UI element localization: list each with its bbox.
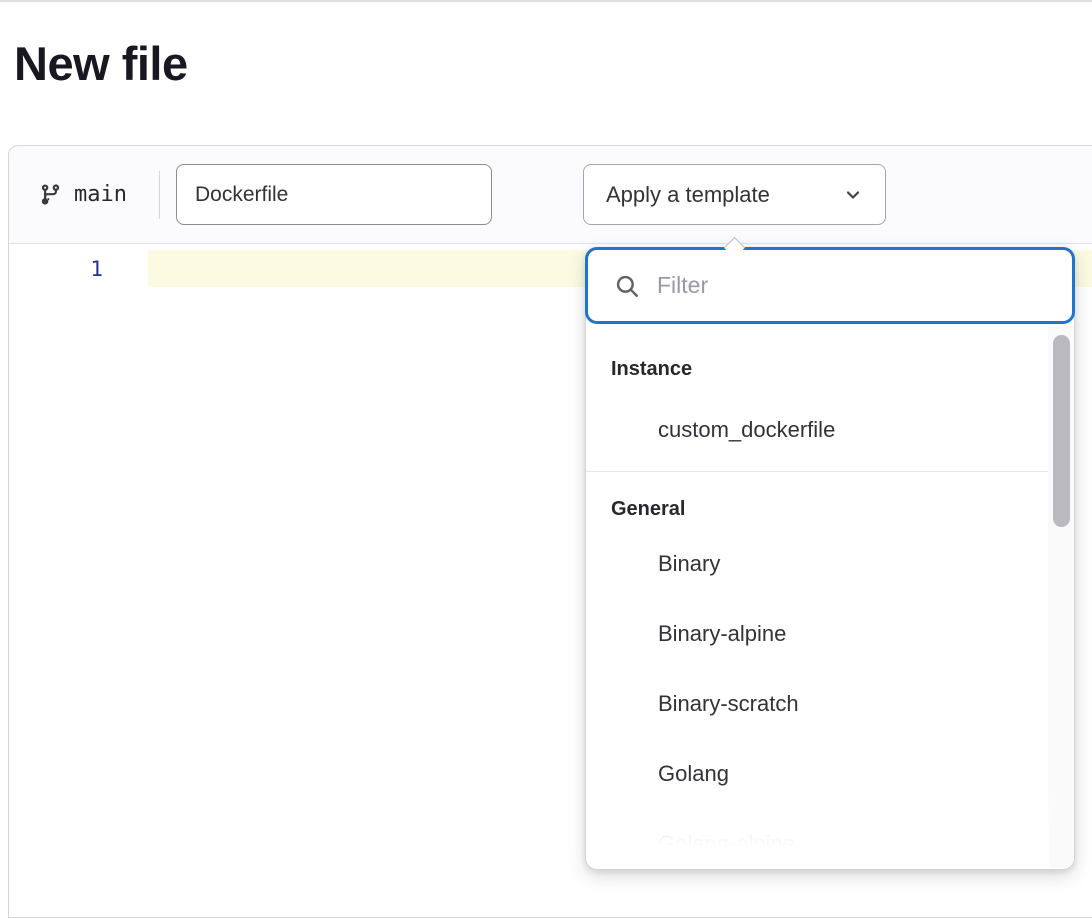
apply-template-button[interactable]: Apply a template [583, 164, 886, 225]
apply-template-label: Apply a template [606, 182, 770, 208]
filter-input[interactable] [657, 272, 1052, 299]
scrollbar-thumb[interactable] [1053, 335, 1070, 527]
line-number-gutter: 1 [9, 244, 148, 916]
git-branch-icon [39, 183, 62, 206]
section-header-instance: Instance [586, 326, 1048, 389]
page-title: New file [14, 36, 188, 91]
dropdown-filter-box [585, 247, 1075, 324]
section-header-general: General [586, 472, 1048, 529]
template-item[interactable]: Golang-alpine [586, 809, 1048, 868]
template-item[interactable]: Golang [586, 739, 1048, 809]
template-dropdown-panel: Instance custom_dockerfile General Binar… [585, 247, 1075, 870]
template-item[interactable]: Binary-scratch [586, 669, 1048, 739]
page-top-divider [0, 0, 1092, 2]
dropdown-scrollbar[interactable] [1048, 326, 1074, 868]
line-number: 1 [90, 257, 103, 281]
filename-input[interactable] [176, 164, 492, 225]
branch-indicator: main [39, 182, 127, 207]
branch-name: main [74, 182, 127, 207]
template-item[interactable]: Binary-alpine [586, 599, 1048, 669]
editor-toolbar: main Apply a template [9, 146, 1092, 244]
template-item[interactable]: custom_dockerfile [586, 389, 1048, 471]
template-list: Instance custom_dockerfile General Binar… [586, 326, 1049, 868]
template-item[interactable]: Binary [586, 529, 1048, 599]
search-icon [614, 273, 640, 299]
toolbar-divider [159, 171, 160, 219]
chevron-down-icon [843, 185, 863, 205]
